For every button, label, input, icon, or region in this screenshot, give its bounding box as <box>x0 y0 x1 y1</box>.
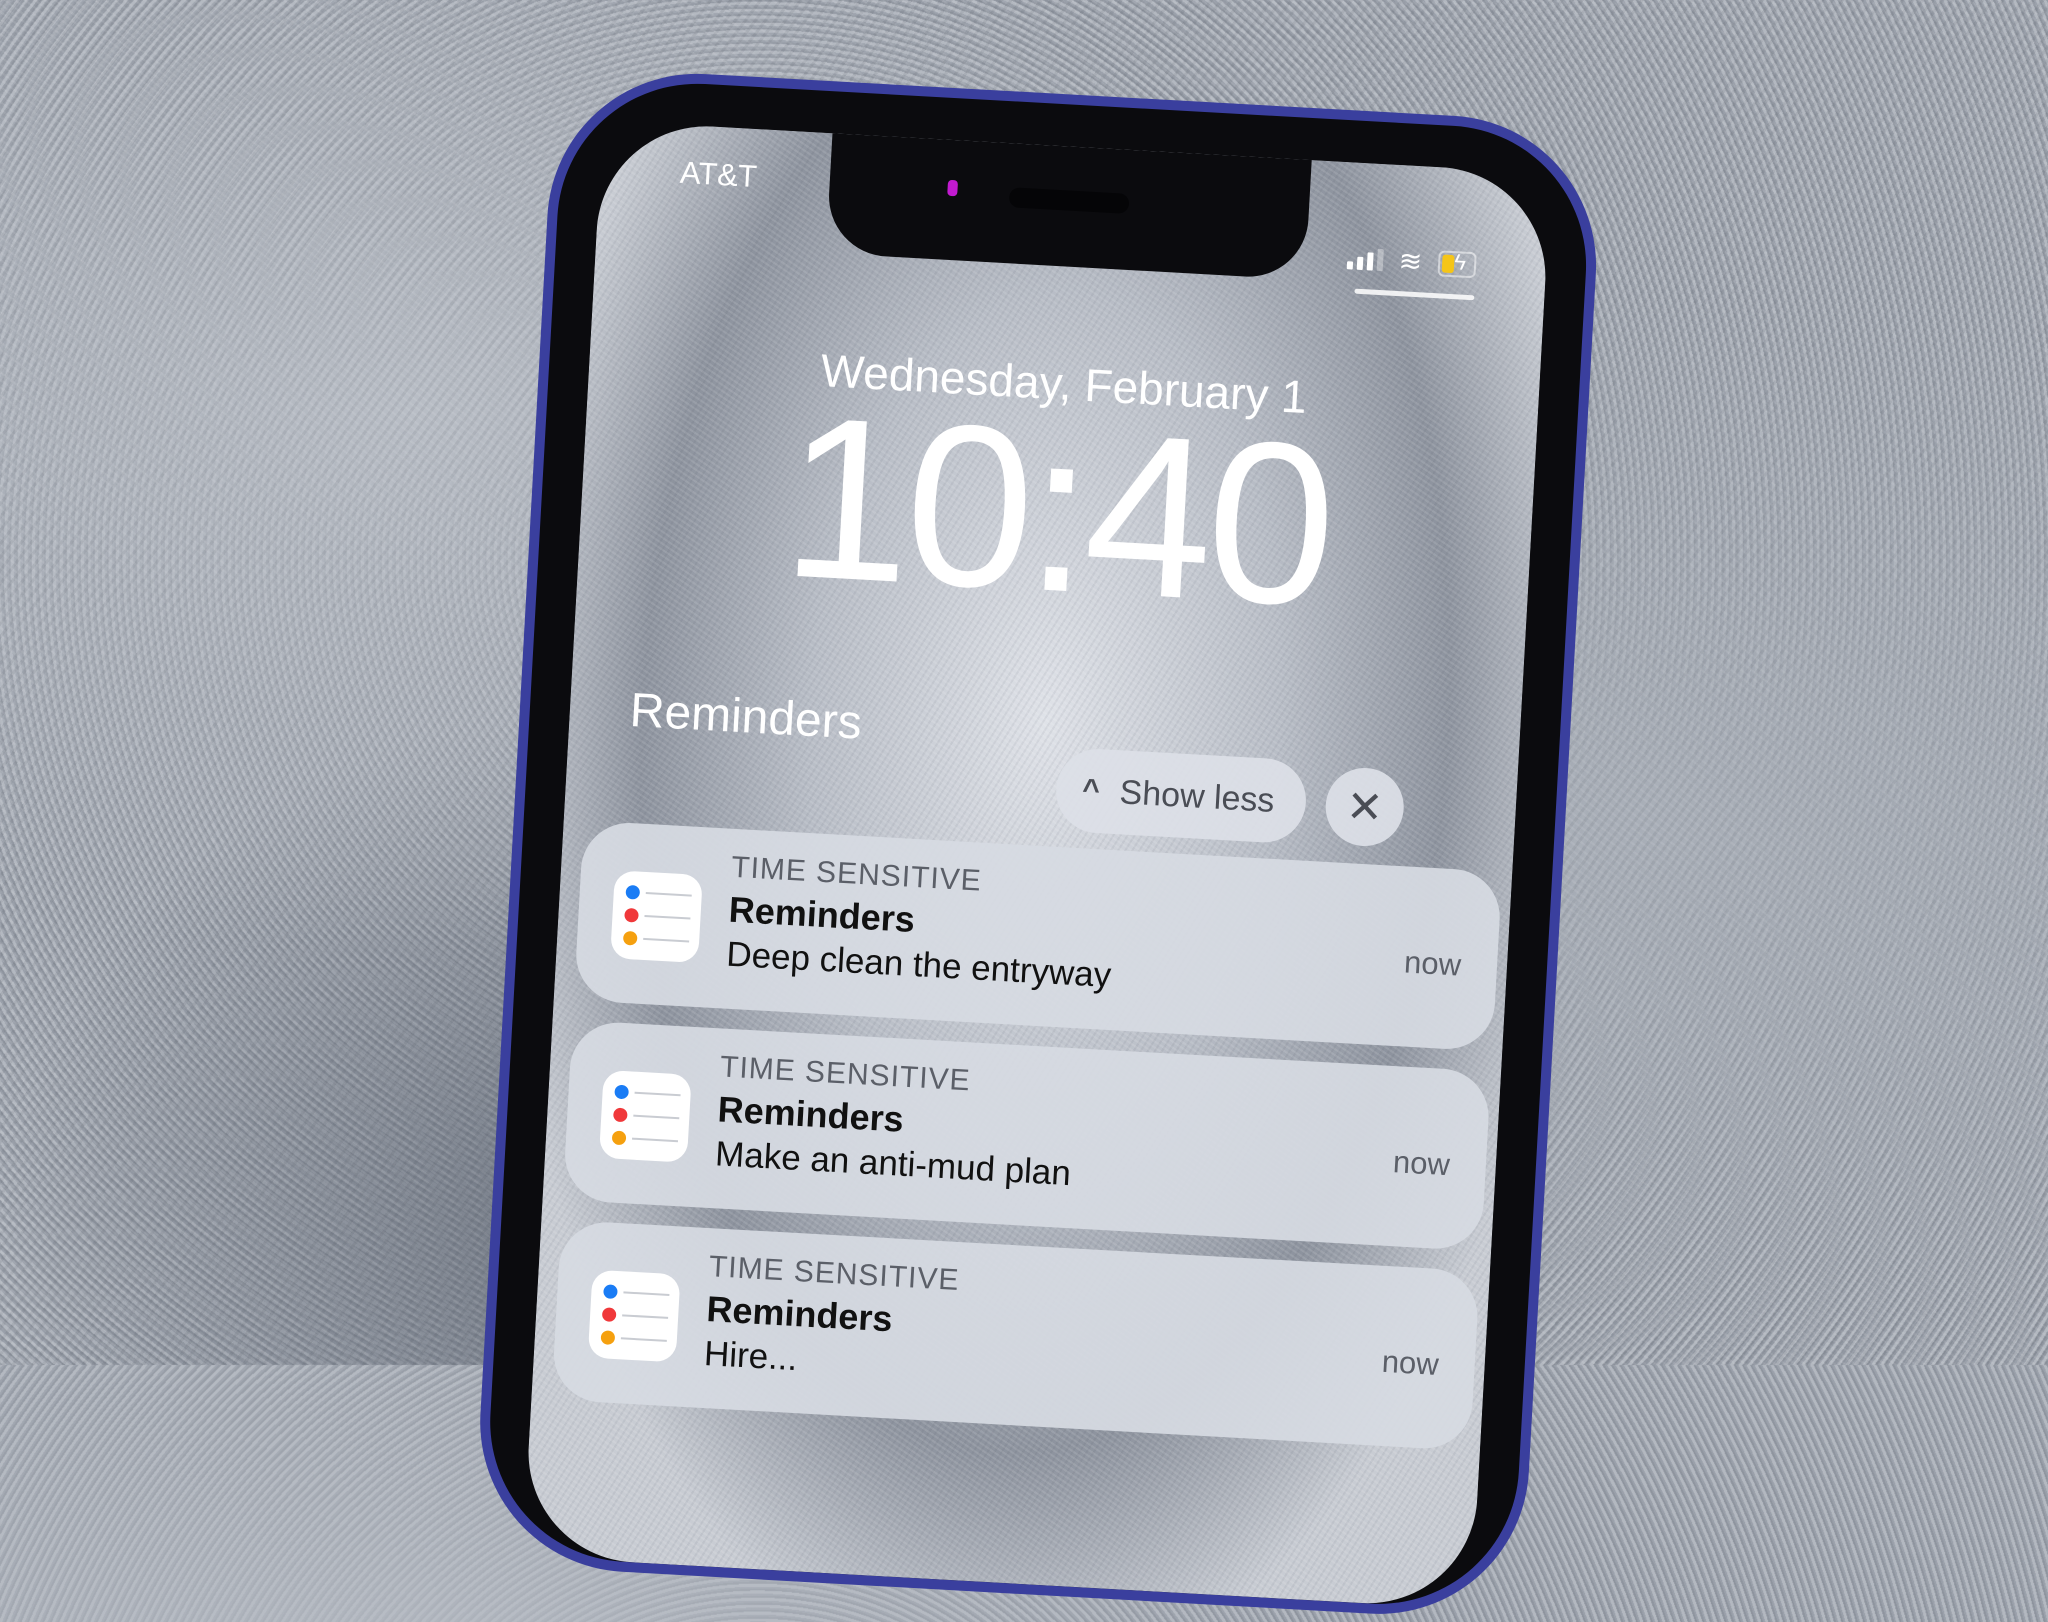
battery-charging-icon: ϟ <box>1437 249 1477 279</box>
carrier-label: AT&T <box>679 154 758 195</box>
charging-bolt-icon: ϟ <box>1453 249 1467 275</box>
speaker-grille <box>1008 187 1130 214</box>
reminders-app-icon <box>610 870 703 964</box>
camera-indicator-icon <box>947 179 959 197</box>
show-less-button[interactable]: ^ Show less <box>1053 746 1309 845</box>
iphone-device: AT&T ≋ ϟ Wednesday, February 1 10:40 Rem… <box>472 65 1605 1622</box>
notification-group-title: Reminders <box>628 683 864 750</box>
notification-card[interactable]: TIME SENSITIVE Reminders Deep clean the … <box>573 820 1503 1052</box>
notification-time: now <box>1403 944 1462 983</box>
notch <box>825 133 1312 280</box>
show-less-label: Show less <box>1118 772 1276 820</box>
battery-fill <box>1441 254 1455 274</box>
lock-screen: AT&T ≋ ϟ Wednesday, February 1 10:40 Rem… <box>522 120 1552 1610</box>
notification-card[interactable]: TIME SENSITIVE Reminders Make an anti-mu… <box>562 1020 1492 1252</box>
cellular-signal-icon <box>1346 247 1384 272</box>
chevron-up-icon: ^ <box>1081 773 1101 808</box>
notification-card[interactable]: TIME SENSITIVE Reminders Hire... now <box>551 1219 1480 1451</box>
reminders-app-icon <box>587 1269 681 1363</box>
notification-time: now <box>1380 1343 1440 1382</box>
close-icon: ✕ <box>1344 781 1385 833</box>
clear-notifications-button[interactable]: ✕ <box>1323 765 1406 849</box>
wifi-icon: ≋ <box>1397 245 1424 278</box>
notification-time: now <box>1392 1144 1451 1183</box>
status-icons: ≋ ϟ <box>1346 244 1477 279</box>
reminders-app-icon <box>598 1069 692 1163</box>
control-center-indicator[interactable] <box>1354 288 1475 301</box>
phone-bezel: AT&T ≋ ϟ Wednesday, February 1 10:40 Rem… <box>482 76 1594 1612</box>
